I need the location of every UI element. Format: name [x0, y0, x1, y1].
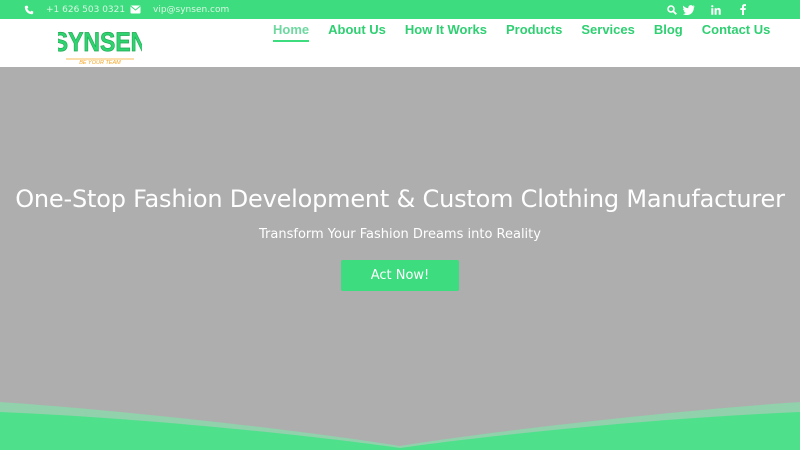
search-icon[interactable] — [665, 3, 679, 17]
act-now-button[interactable]: Act Now! — [341, 260, 459, 291]
nav-how-it-works[interactable]: How It Works — [405, 22, 487, 40]
hero-bottom-wave — [0, 402, 800, 450]
email-contact[interactable]: vip@synsen.com — [130, 0, 229, 19]
linkedin-icon[interactable] — [709, 3, 723, 17]
email-address: vip@synsen.com — [153, 4, 230, 15]
top-bar: +1 626 503 0321 vip@synsen.com — [0, 0, 800, 19]
nav-home[interactable]: Home — [273, 22, 310, 42]
social-icons — [665, 0, 750, 19]
phone-number: +1 626 503 0321 — [46, 4, 126, 15]
logo-tagline: BE YOUR TEAM — [79, 60, 121, 66]
envelope-icon — [130, 5, 141, 14]
nav-services[interactable]: Services — [581, 22, 635, 40]
nav-contact-us[interactable]: Contact Us — [702, 22, 771, 40]
hero-title: One-Stop Fashion Development & Custom Cl… — [15, 185, 785, 213]
nav-blog[interactable]: Blog — [654, 22, 683, 40]
nav-products[interactable]: Products — [506, 22, 562, 40]
logo-wordmark: SYNSEN — [58, 28, 142, 57]
phone-icon — [24, 5, 34, 14]
main-nav: Home About Us How It Works Products Serv… — [273, 22, 789, 42]
facebook-icon[interactable] — [736, 3, 750, 17]
synsen-logo[interactable]: SYNSEN BE YOUR TEAM — [58, 21, 142, 67]
hero-subtitle: Transform Your Fashion Dreams into Reali… — [259, 227, 541, 242]
twitter-icon[interactable] — [682, 3, 696, 17]
hero-banner: One-Stop Fashion Development & Custom Cl… — [0, 67, 800, 450]
phone-contact[interactable]: +1 626 503 0321 — [24, 0, 125, 19]
site-header: SYNSEN BE YOUR TEAM Home About Us How It… — [0, 19, 800, 67]
nav-about-us[interactable]: About Us — [328, 22, 386, 40]
